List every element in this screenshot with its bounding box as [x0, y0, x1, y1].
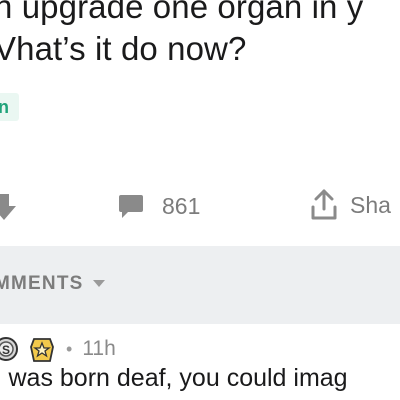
post-title[interactable]: n upgrade one organ in y Vhat’s it do no…	[0, 0, 400, 70]
comment-body: i was born deaf, you could imag	[0, 364, 348, 392]
post-title-line-1: n upgrade one organ in y	[0, 0, 364, 25]
silver-award-icon[interactable]: S	[0, 336, 18, 362]
comments-button[interactable]: 861	[118, 190, 200, 222]
post-action-bar: 861 Sha	[0, 178, 400, 236]
chevron-down-icon	[92, 280, 105, 287]
downvote-arrow-icon[interactable]	[0, 194, 16, 220]
reddit-post-page: n upgrade one organ in y Vhat’s it do no…	[0, 0, 400, 400]
post-flair[interactable]: n	[0, 93, 19, 121]
comments-sort-control[interactable]: MMENTS	[0, 273, 106, 295]
comment-bubble-icon	[119, 195, 143, 218]
helpful-award-icon[interactable]	[28, 335, 56, 363]
comment-timestamp: 11h	[82, 337, 116, 360]
post-title-line-2: Vhat’s it do now?	[0, 30, 247, 67]
award-badge-letter: S	[2, 343, 10, 357]
share-icon	[311, 189, 337, 220]
comment-meta: S • 11h	[0, 334, 116, 364]
comments-sort-header[interactable]: MMENTS	[0, 246, 400, 324]
share-label: Sha	[350, 191, 391, 218]
share-button[interactable]: Sha	[310, 187, 391, 223]
comment-count: 861	[162, 192, 201, 219]
meta-separator: •	[66, 338, 73, 359]
comments-header-label: MMENTS	[0, 273, 84, 294]
